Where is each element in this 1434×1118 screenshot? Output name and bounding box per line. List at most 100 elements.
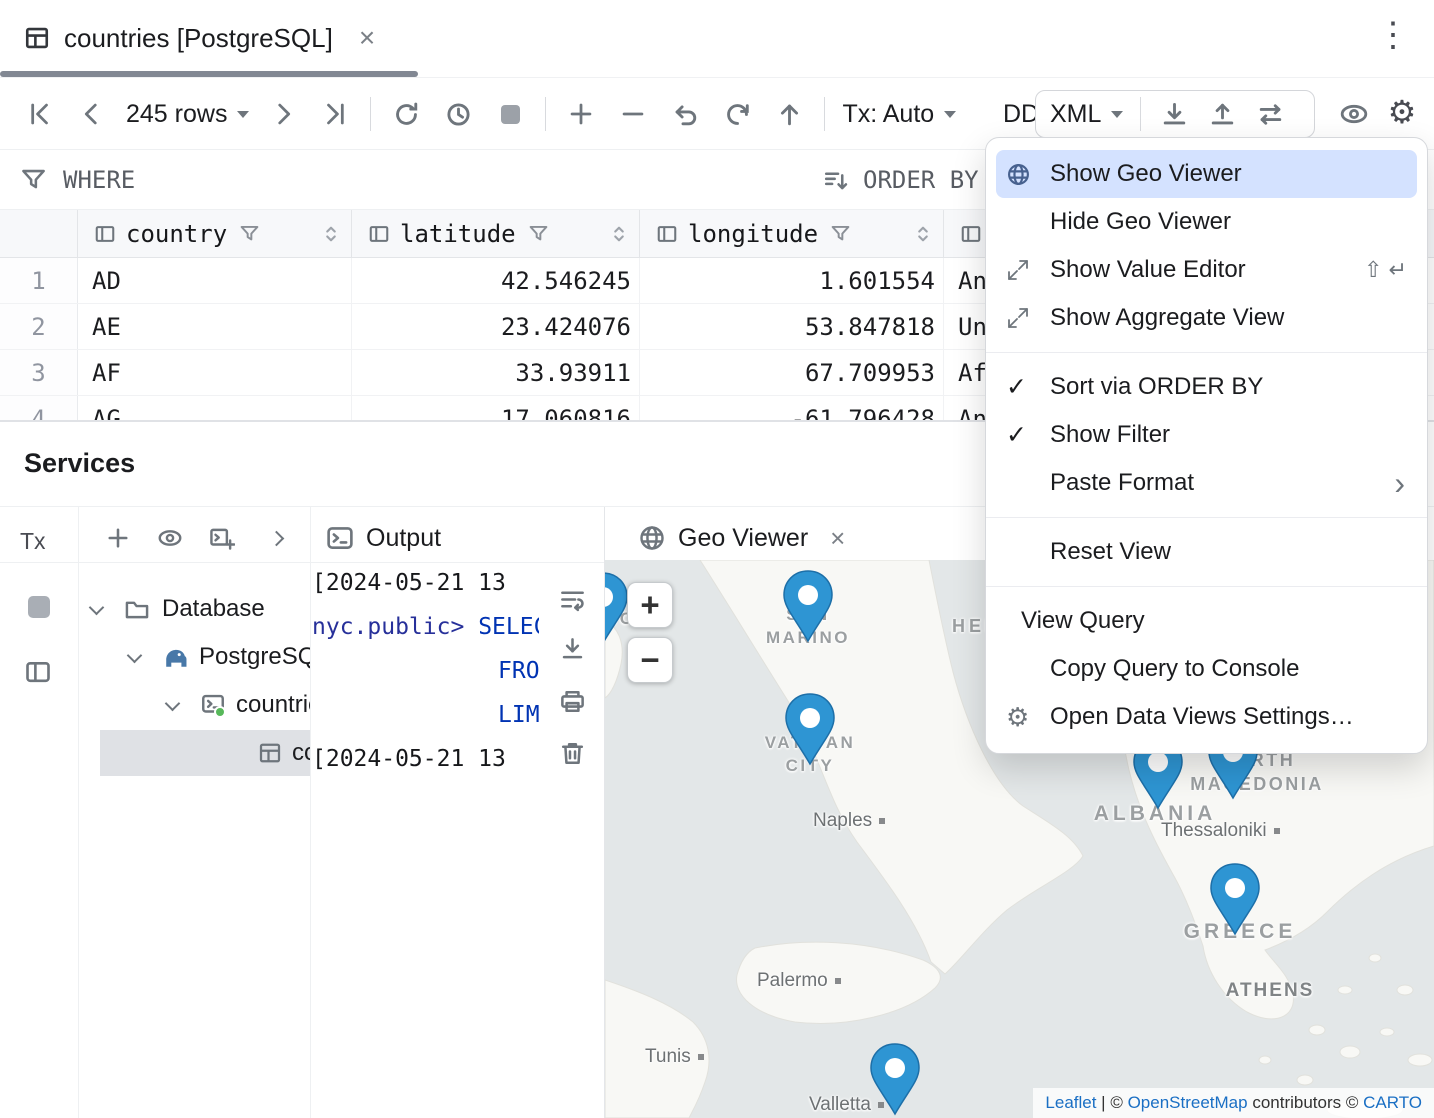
menu-item-open-data-views-settings[interactable]: Open Data Views Settings… (996, 693, 1417, 741)
kebab-menu-icon[interactable] (1376, 18, 1410, 52)
menu-item-show-aggregate-view[interactable]: Show Aggregate View (996, 294, 1417, 342)
tree-item-database[interactable]: Database (79, 586, 310, 632)
soft-wrap-icon[interactable] (540, 586, 604, 613)
tree-item-console[interactable]: countries (79, 682, 310, 728)
next-page-icon[interactable] (257, 92, 309, 136)
menu-item-reset-view[interactable]: Reset View (996, 528, 1417, 576)
cell-latitude[interactable]: 33.93911 (352, 350, 640, 395)
revert-icon[interactable] (659, 92, 711, 136)
zoom-out-button[interactable]: − (627, 637, 673, 683)
menu-item-view-query[interactable]: View Query (996, 597, 1417, 645)
last-page-icon[interactable] (309, 92, 361, 136)
menu-item-show-value-editor[interactable]: Show Value Editor ⇧ ↵ (996, 246, 1417, 294)
rollback-icon[interactable] (711, 92, 763, 136)
cell-country[interactable]: AG (78, 396, 352, 420)
tx-mode-label: Tx: Auto (842, 100, 934, 129)
menu-item-sort-via-order-by[interactable]: Sort via ORDER BY (996, 363, 1417, 411)
cell-longitude[interactable]: 67.709953 (640, 350, 944, 395)
cell-latitude[interactable]: 42.546245 (352, 258, 640, 303)
column-sort-icon[interactable] (913, 223, 933, 245)
import-upload-icon[interactable] (1198, 92, 1246, 136)
add-icon[interactable] (98, 518, 138, 558)
new-console-icon[interactable] (202, 518, 242, 558)
carto-link[interactable]: CARTO (1363, 1093, 1422, 1113)
tree-item-table-countries[interactable]: countries (79, 730, 310, 776)
cell-country[interactable]: AD (78, 258, 352, 303)
extractor-dropdown[interactable]: XML (1048, 100, 1131, 129)
cell-country[interactable]: AF (78, 350, 352, 395)
order-by-filter[interactable]: ORDER BY (822, 150, 979, 210)
schedule-refresh-icon[interactable] (432, 92, 484, 136)
connected-status-dot (214, 706, 226, 718)
datagrip-window: countries [PostgreSQL] 245 rows Tx: Auto… (0, 0, 1434, 1118)
column-header-longitude[interactable]: longitude (640, 210, 944, 257)
tx-mode-dropdown[interactable]: Tx: Auto (834, 100, 964, 129)
column-header-latitude[interactable]: latitude (352, 210, 640, 257)
menu-item-paste-format[interactable]: Paste Format (996, 459, 1417, 507)
column-sort-icon[interactable] (321, 223, 341, 245)
column-filter-icon[interactable] (830, 223, 851, 244)
export-toolbar-group: XML (1035, 90, 1315, 138)
tab-output[interactable]: Output (326, 514, 441, 562)
eye-icon[interactable] (150, 518, 190, 558)
add-row-icon[interactable] (555, 92, 607, 136)
first-page-icon[interactable] (14, 92, 66, 136)
toolbar-divider (370, 97, 371, 131)
scroll-to-end-icon[interactable] (540, 636, 604, 663)
rows-count-dropdown[interactable]: 245 rows (118, 100, 257, 129)
cell-longitude[interactable]: 1.601554 (640, 258, 944, 303)
tree-item-label: countries (236, 691, 310, 719)
gear-settings-icon[interactable] (1382, 90, 1422, 134)
stop-icon[interactable] (484, 92, 536, 136)
map-pin-greece[interactable] (1207, 862, 1263, 936)
column-filter-icon[interactable] (239, 223, 260, 244)
menu-item-label: Show Aggregate View (1050, 304, 1407, 332)
cell-country[interactable]: AE (78, 304, 352, 349)
submit-icon[interactable] (763, 92, 815, 136)
ddl-label[interactable]: DD (1003, 100, 1039, 129)
cell-latitude[interactable]: 17.060816 (352, 396, 640, 420)
openstreetmap-link[interactable]: OpenStreetMap (1128, 1093, 1248, 1113)
column-filter-icon[interactable] (528, 223, 549, 244)
row-number-gutter-header[interactable] (0, 210, 78, 257)
column-sort-icon[interactable] (609, 223, 629, 245)
map-pin-malta[interactable] (867, 1042, 923, 1116)
stop-strip-icon[interactable] (28, 596, 50, 618)
leaflet-link[interactable]: Leaflet (1045, 1093, 1096, 1113)
output-console[interactable]: [2024-05-21 13 nyc.public> SELECT FROM L… (311, 562, 539, 1118)
zoom-in-button[interactable]: + (627, 582, 673, 628)
close-icon[interactable] (359, 22, 375, 54)
tab-geo-viewer[interactable]: Geo Viewer (638, 514, 845, 562)
chevron-down-icon[interactable] (127, 647, 143, 663)
chevron-down-icon[interactable] (89, 599, 105, 615)
close-icon[interactable] (830, 523, 845, 554)
map-pin-rome[interactable] (782, 692, 838, 766)
menu-item-show-filter[interactable]: Show Filter (996, 411, 1417, 459)
chevron-down-icon[interactable] (165, 695, 181, 711)
tab-countries[interactable]: countries [PostgreSQL] (14, 0, 385, 76)
export-download-icon[interactable] (1150, 92, 1198, 136)
view-options-eye-icon[interactable] (1328, 92, 1380, 136)
prev-page-icon[interactable] (66, 92, 118, 136)
column-header-country[interactable]: country (78, 210, 352, 257)
menu-item-hide-geo-viewer[interactable]: Hide Geo Viewer (996, 198, 1417, 246)
map-pin-san-marino[interactable] (780, 569, 836, 643)
compare-icon[interactable] (1246, 92, 1294, 136)
menu-item-copy-query-to-console[interactable]: Copy Query to Console (996, 645, 1417, 693)
services-title: Services (24, 448, 135, 479)
refresh-icon[interactable] (380, 92, 432, 136)
tree-item-postgres[interactable]: PostgreSQL (79, 634, 310, 680)
delete-row-icon[interactable] (607, 92, 659, 136)
tx-strip-label[interactable]: Tx (20, 528, 46, 555)
menu-item-show-geo-viewer[interactable]: Show Geo Viewer (996, 150, 1417, 198)
layout-strip-icon[interactable] (24, 658, 52, 686)
trash-icon[interactable] (540, 740, 604, 767)
print-icon[interactable] (540, 688, 604, 715)
row-number: 2 (0, 304, 78, 349)
cell-latitude[interactable]: 23.424076 (352, 304, 640, 349)
map-zoom-control: + − (627, 582, 673, 683)
chevron-right-icon[interactable] (256, 518, 296, 558)
cell-longitude[interactable]: -61.796428 (640, 396, 944, 420)
cell-longitude[interactable]: 53.847818 (640, 304, 944, 349)
expand-diagonal-icon (1006, 306, 1030, 330)
